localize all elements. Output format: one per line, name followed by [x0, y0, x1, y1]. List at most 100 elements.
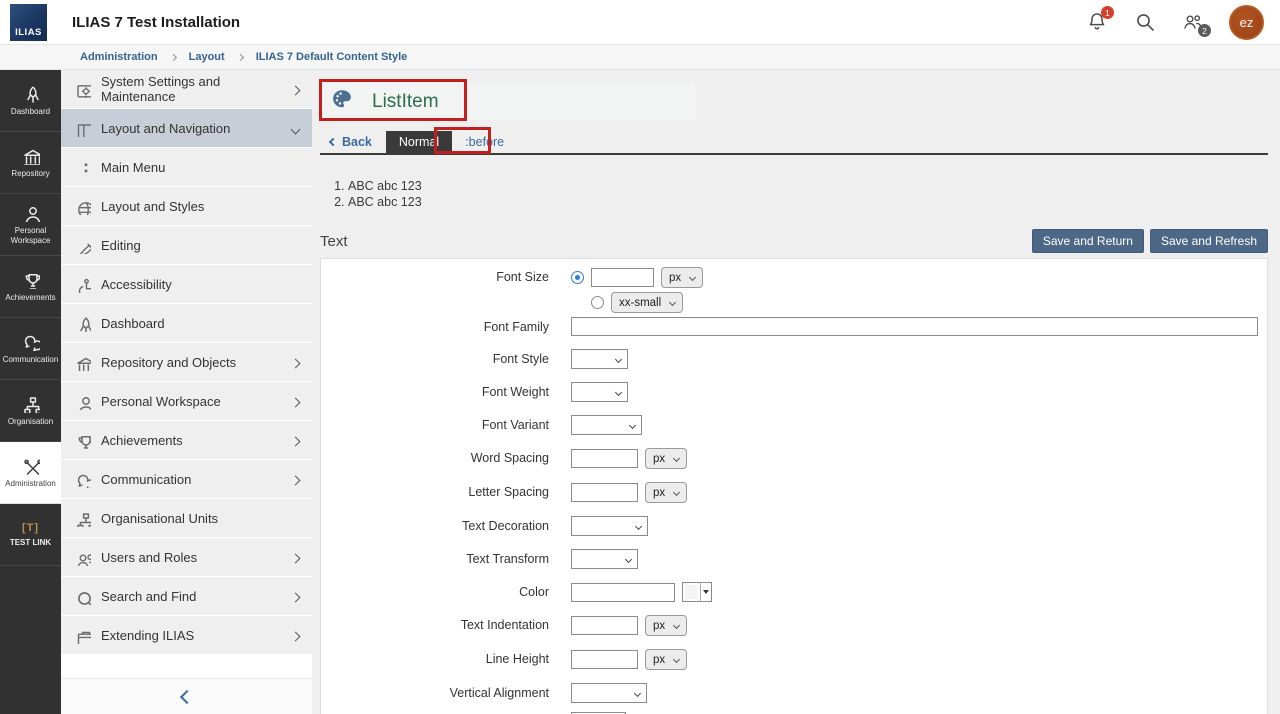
color-picker-button[interactable] [682, 582, 712, 602]
font-size-keyword-radio[interactable] [591, 296, 604, 309]
chevron-down-icon [673, 656, 680, 663]
vertical-alignment-select[interactable] [571, 683, 647, 703]
chevron-right-icon [292, 628, 299, 643]
sidebar-item-extending-ilias[interactable]: Extending ILIAS [61, 616, 312, 654]
dropdown-arrow-icon [700, 583, 711, 601]
rail-item-repository[interactable]: Repository [0, 132, 61, 194]
save-and-refresh-button[interactable]: Save and Refresh [1150, 229, 1268, 253]
sidebar-item-search-find[interactable]: Search and Find [61, 577, 312, 615]
sidebar-item-main-menu[interactable]: Main Menu [61, 148, 312, 186]
sidebar-item-dashboard[interactable]: Dashboard [61, 304, 312, 342]
form-row-font-size: Font Size px xx-small [321, 267, 1267, 313]
chevron-right-icon [292, 472, 299, 487]
topbar-actions: 1 2 ez [1085, 5, 1280, 40]
top-bar: ILIAS ILIAS 7 Test Installation 1 2 ez [0, 0, 1280, 45]
rocket-icon [74, 315, 91, 332]
back-button[interactable]: Back [320, 131, 386, 153]
sidebar-item-users-roles[interactable]: Users and Roles [61, 538, 312, 576]
list-item: ABC abc 123 [348, 195, 1280, 209]
chat-icon [21, 332, 40, 351]
form-row-vertical-alignment: Vertical Alignment [321, 683, 1267, 703]
breadcrumb-administration[interactable]: Administration [80, 51, 158, 63]
chevron-down-icon [673, 622, 680, 629]
save-and-return-button[interactable]: Save and Return [1032, 229, 1144, 253]
font-size-numeric-radio[interactable] [571, 271, 584, 284]
search-button[interactable] [1133, 10, 1157, 34]
font-size-unit-select[interactable]: px [661, 267, 703, 288]
rail-item-personal-workspace[interactable]: Personal Workspace [0, 194, 61, 256]
sidebar-item-communication[interactable]: Communication [61, 460, 312, 498]
sidebar-item-accessibility[interactable]: Accessibility [61, 265, 312, 303]
search-icon [1133, 10, 1155, 32]
notifications-button[interactable]: 1 [1085, 10, 1109, 34]
line-height-input[interactable] [571, 650, 638, 669]
breadcrumb-layout[interactable]: Layout [189, 51, 225, 63]
sidebar-item-personal-workspace[interactable]: Personal Workspace [61, 382, 312, 420]
rocket-icon [21, 84, 40, 103]
tools-icon [21, 456, 40, 475]
font-weight-select[interactable] [571, 382, 628, 402]
word-spacing-unit-select[interactable]: px [645, 448, 687, 469]
avatar-initials: ez [1240, 15, 1254, 30]
sidebar-item-organisational-units[interactable]: Organisational Units [61, 499, 312, 537]
color-input[interactable] [571, 583, 675, 602]
section-title: Text [320, 233, 348, 250]
form-row-word-spacing: Word Spacing px [321, 448, 1267, 469]
letter-spacing-input[interactable] [571, 483, 638, 502]
form-row-text-transform: Text Transform [321, 549, 1267, 569]
list-item: ABC abc 123 [348, 179, 1280, 193]
rail-item-achievements[interactable]: Achievements [0, 256, 61, 318]
trophy-icon [74, 432, 91, 449]
sidebar-item-repository-objects[interactable]: Repository and Objects [61, 343, 312, 381]
rail-item-administration[interactable]: Administration [0, 442, 61, 504]
person-icon [21, 203, 40, 222]
sidebar-item-editing[interactable]: Editing [61, 226, 312, 264]
line-height-unit-select[interactable]: px [645, 649, 687, 670]
font-variant-select[interactable] [571, 415, 642, 435]
box-icon [74, 627, 91, 644]
palette-icon [330, 87, 360, 117]
chevron-left-icon [179, 689, 193, 703]
text-decoration-select[interactable] [571, 516, 648, 536]
sidebar-item-system-settings[interactable]: System Settings and Maintenance [61, 70, 312, 108]
form-row-color: Color [321, 582, 1267, 602]
layout-icon [74, 120, 91, 137]
sidebar-collapse-button[interactable] [61, 678, 312, 714]
rail-item-test-link[interactable]: [T] TEST LINK [0, 504, 61, 566]
form-row-font-family: Font Family [321, 317, 1267, 336]
text-transform-select[interactable] [571, 549, 638, 569]
font-size-keyword-select[interactable]: xx-small [611, 292, 683, 313]
text-indentation-unit-select[interactable]: px [645, 615, 687, 636]
chevron-down-icon [669, 299, 676, 306]
word-spacing-input[interactable] [571, 449, 638, 468]
breadcrumb-content-style[interactable]: ILIAS 7 Default Content Style [256, 51, 408, 63]
sidebar-item-achievements[interactable]: Achievements [61, 421, 312, 459]
rail-item-dashboard[interactable]: Dashboard [0, 70, 61, 132]
color-swatch [685, 585, 698, 599]
chevron-right-icon [292, 433, 299, 448]
breadcrumb: Administration Layout ILIAS 7 Default Co… [0, 45, 1280, 70]
text-style-form: Font Size px xx-small [320, 258, 1268, 714]
letter-spacing-unit-select[interactable]: px [645, 482, 687, 503]
tab-normal[interactable]: Normal [386, 131, 452, 153]
rail-item-communication[interactable]: Communication [0, 318, 61, 380]
sidebar-item-layout-navigation[interactable]: Layout and Navigation [61, 109, 312, 147]
font-size-input[interactable] [591, 268, 654, 287]
tab-bar: Back Normal :before [320, 131, 1268, 155]
text-indentation-input[interactable] [571, 616, 638, 635]
font-style-select[interactable] [571, 349, 628, 369]
avatar[interactable]: ez [1229, 5, 1264, 40]
pen-icon [74, 237, 91, 254]
online-users-button[interactable]: 2 [1181, 10, 1205, 34]
tab-before[interactable]: :before [452, 131, 517, 153]
orgchart-icon [74, 510, 91, 527]
sidebar-item-layout-styles[interactable]: Layout and Styles [61, 187, 312, 225]
ilias-logo[interactable]: ILIAS [10, 4, 47, 41]
wheelchair-icon [74, 276, 91, 293]
page-title: ListItem [372, 91, 439, 113]
font-family-input[interactable] [571, 317, 1258, 336]
online-users-badge: 2 [1198, 24, 1211, 37]
bank-icon [21, 146, 40, 165]
chevron-down-icon [292, 121, 299, 136]
rail-item-organisation[interactable]: Organisation [0, 380, 61, 442]
